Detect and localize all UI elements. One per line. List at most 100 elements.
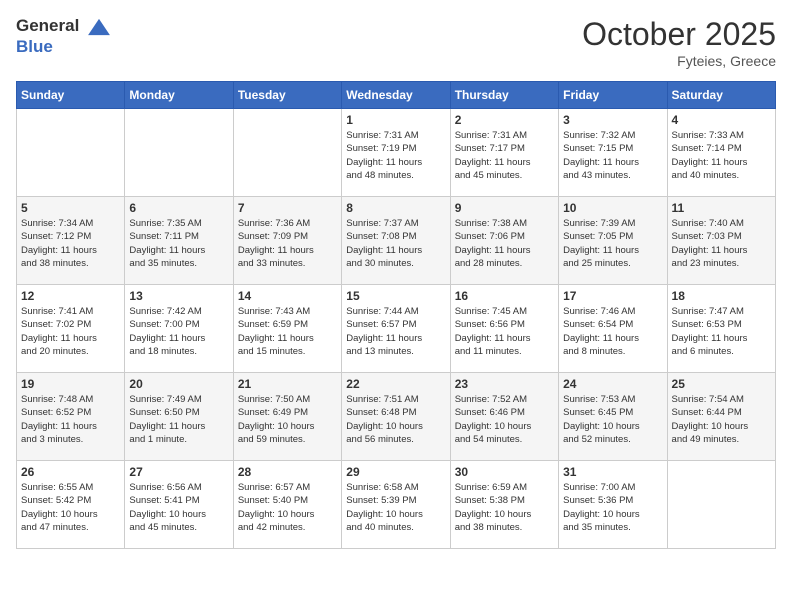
col-header-sunday: Sunday — [17, 82, 125, 109]
day-info: Sunrise: 7:33 AM Sunset: 7:14 PM Dayligh… — [672, 129, 771, 182]
day-cell: 3 Sunrise: 7:32 AM Sunset: 7:15 PM Daylig… — [559, 109, 667, 197]
month-info: October 2025 Fyteies, Greece — [582, 16, 776, 69]
day-info: Sunrise: 7:54 AM Sunset: 6:44 PM Dayligh… — [672, 393, 771, 446]
day-cell: 27 Sunrise: 6:56 AM Sunset: 5:41 PM Dayli… — [125, 461, 233, 549]
location: Fyteies, Greece — [582, 53, 776, 69]
day-info: Sunrise: 7:39 AM Sunset: 7:05 PM Dayligh… — [563, 217, 662, 270]
day-info: Sunrise: 7:31 AM Sunset: 7:17 PM Dayligh… — [455, 129, 554, 182]
day-cell: 4 Sunrise: 7:33 AM Sunset: 7:14 PM Daylig… — [667, 109, 775, 197]
day-number: 18 — [672, 289, 771, 303]
day-cell: 26 Sunrise: 6:55 AM Sunset: 5:42 PM Dayli… — [17, 461, 125, 549]
day-info: Sunrise: 7:36 AM Sunset: 7:09 PM Dayligh… — [238, 217, 337, 270]
day-info: Sunrise: 7:49 AM Sunset: 6:50 PM Dayligh… — [129, 393, 228, 446]
day-info: Sunrise: 7:47 AM Sunset: 6:53 PM Dayligh… — [672, 305, 771, 358]
col-header-monday: Monday — [125, 82, 233, 109]
day-cell: 10 Sunrise: 7:39 AM Sunset: 7:05 PM Dayli… — [559, 197, 667, 285]
day-number: 23 — [455, 377, 554, 391]
day-number: 21 — [238, 377, 337, 391]
col-header-friday: Friday — [559, 82, 667, 109]
day-number: 31 — [563, 465, 662, 479]
day-number: 29 — [346, 465, 445, 479]
logo-blue: Blue — [16, 37, 112, 57]
day-number: 7 — [238, 201, 337, 215]
day-number: 10 — [563, 201, 662, 215]
day-number: 19 — [21, 377, 120, 391]
day-number: 26 — [21, 465, 120, 479]
day-cell: 22 Sunrise: 7:51 AM Sunset: 6:48 PM Dayli… — [342, 373, 450, 461]
day-info: Sunrise: 7:44 AM Sunset: 6:57 PM Dayligh… — [346, 305, 445, 358]
day-number: 25 — [672, 377, 771, 391]
week-row-2: 5Sunrise: 7:34 AM Sunset: 7:12 PM Daylig… — [17, 197, 776, 285]
col-header-thursday: Thursday — [450, 82, 558, 109]
day-info: Sunrise: 6:55 AM Sunset: 5:42 PM Dayligh… — [21, 481, 120, 534]
calendar-header-row: SundayMondayTuesdayWednesdayThursdayFrid… — [17, 82, 776, 109]
day-number: 16 — [455, 289, 554, 303]
day-info: Sunrise: 6:57 AM Sunset: 5:40 PM Dayligh… — [238, 481, 337, 534]
day-number: 22 — [346, 377, 445, 391]
day-number: 1 — [346, 113, 445, 127]
day-number: 20 — [129, 377, 228, 391]
week-row-5: 26 Sunrise: 6:55 AM Sunset: 5:42 PM Dayli… — [17, 461, 776, 549]
day-info: Sunrise: 7:53 AM Sunset: 6:45 PM Dayligh… — [563, 393, 662, 446]
day-number: 27 — [129, 465, 228, 479]
day-info: Sunrise: 7:38 AM Sunset: 7:06 PM Dayligh… — [455, 217, 554, 270]
day-cell: 30 Sunrise: 6:59 AM Sunset: 5:38 PM Dayli… — [450, 461, 558, 549]
day-number: 12 — [21, 289, 120, 303]
day-number: 24 — [563, 377, 662, 391]
day-info: Sunrise: 6:56 AM Sunset: 5:41 PM Dayligh… — [129, 481, 228, 534]
day-cell: 9Sunrise: 7:38 AM Sunset: 7:06 PM Daylig… — [450, 197, 558, 285]
day-cell: 24 Sunrise: 7:53 AM Sunset: 6:45 PM Dayli… — [559, 373, 667, 461]
day-number: 4 — [672, 113, 771, 127]
day-cell — [125, 109, 233, 197]
day-number: 6 — [129, 201, 228, 215]
day-cell: 5Sunrise: 7:34 AM Sunset: 7:12 PM Daylig… — [17, 197, 125, 285]
day-cell: 1 Sunrise: 7:31 AM Sunset: 7:19 PM Daylig… — [342, 109, 450, 197]
day-cell: 8Sunrise: 7:37 AM Sunset: 7:08 PM Daylig… — [342, 197, 450, 285]
calendar-table: SundayMondayTuesdayWednesdayThursdayFrid… — [16, 81, 776, 549]
day-number: 2 — [455, 113, 554, 127]
col-header-tuesday: Tuesday — [233, 82, 341, 109]
day-cell: 20 Sunrise: 7:49 AM Sunset: 6:50 PM Dayli… — [125, 373, 233, 461]
day-cell: 12 Sunrise: 7:41 AM Sunset: 7:02 PM Dayli… — [17, 285, 125, 373]
day-info: Sunrise: 7:43 AM Sunset: 6:59 PM Dayligh… — [238, 305, 337, 358]
week-row-3: 12 Sunrise: 7:41 AM Sunset: 7:02 PM Dayli… — [17, 285, 776, 373]
day-number: 8 — [346, 201, 445, 215]
col-header-saturday: Saturday — [667, 82, 775, 109]
day-info: Sunrise: 7:51 AM Sunset: 6:48 PM Dayligh… — [346, 393, 445, 446]
day-info: Sunrise: 7:00 AM Sunset: 5:36 PM Dayligh… — [563, 481, 662, 534]
day-info: Sunrise: 7:50 AM Sunset: 6:49 PM Dayligh… — [238, 393, 337, 446]
week-row-4: 19 Sunrise: 7:48 AM Sunset: 6:52 PM Dayli… — [17, 373, 776, 461]
day-info: Sunrise: 7:45 AM Sunset: 6:56 PM Dayligh… — [455, 305, 554, 358]
day-cell: 17 Sunrise: 7:46 AM Sunset: 6:54 PM Dayli… — [559, 285, 667, 373]
day-info: Sunrise: 6:58 AM Sunset: 5:39 PM Dayligh… — [346, 481, 445, 534]
day-number: 28 — [238, 465, 337, 479]
day-number: 14 — [238, 289, 337, 303]
day-cell: 19 Sunrise: 7:48 AM Sunset: 6:52 PM Dayli… — [17, 373, 125, 461]
day-number: 3 — [563, 113, 662, 127]
day-number: 30 — [455, 465, 554, 479]
day-info: Sunrise: 7:32 AM Sunset: 7:15 PM Dayligh… — [563, 129, 662, 182]
day-cell: 14 Sunrise: 7:43 AM Sunset: 6:59 PM Dayli… — [233, 285, 341, 373]
month-title: October 2025 — [582, 16, 776, 53]
day-cell: 23Sunrise: 7:52 AM Sunset: 6:46 PM Dayli… — [450, 373, 558, 461]
day-cell — [17, 109, 125, 197]
logo-general: General — [16, 16, 79, 35]
day-info: Sunrise: 7:46 AM Sunset: 6:54 PM Dayligh… — [563, 305, 662, 358]
day-info: Sunrise: 7:31 AM Sunset: 7:19 PM Dayligh… — [346, 129, 445, 182]
day-cell: 16 Sunrise: 7:45 AM Sunset: 6:56 PM Dayli… — [450, 285, 558, 373]
day-info: Sunrise: 7:42 AM Sunset: 7:00 PM Dayligh… — [129, 305, 228, 358]
day-info: Sunrise: 6:59 AM Sunset: 5:38 PM Dayligh… — [455, 481, 554, 534]
day-info: Sunrise: 7:41 AM Sunset: 7:02 PM Dayligh… — [21, 305, 120, 358]
day-cell: 6Sunrise: 7:35 AM Sunset: 7:11 PM Daylig… — [125, 197, 233, 285]
logo: General Blue — [16, 16, 112, 56]
day-number: 11 — [672, 201, 771, 215]
day-cell: 18 Sunrise: 7:47 AM Sunset: 6:53 PM Dayli… — [667, 285, 775, 373]
day-info: Sunrise: 7:48 AM Sunset: 6:52 PM Dayligh… — [21, 393, 120, 446]
week-row-1: 1 Sunrise: 7:31 AM Sunset: 7:19 PM Daylig… — [17, 109, 776, 197]
day-cell: 31 Sunrise: 7:00 AM Sunset: 5:36 PM Dayli… — [559, 461, 667, 549]
day-cell — [233, 109, 341, 197]
day-number: 17 — [563, 289, 662, 303]
day-cell: 13 Sunrise: 7:42 AM Sunset: 7:00 PM Dayli… — [125, 285, 233, 373]
day-cell: 2 Sunrise: 7:31 AM Sunset: 7:17 PM Daylig… — [450, 109, 558, 197]
day-number: 13 — [129, 289, 228, 303]
